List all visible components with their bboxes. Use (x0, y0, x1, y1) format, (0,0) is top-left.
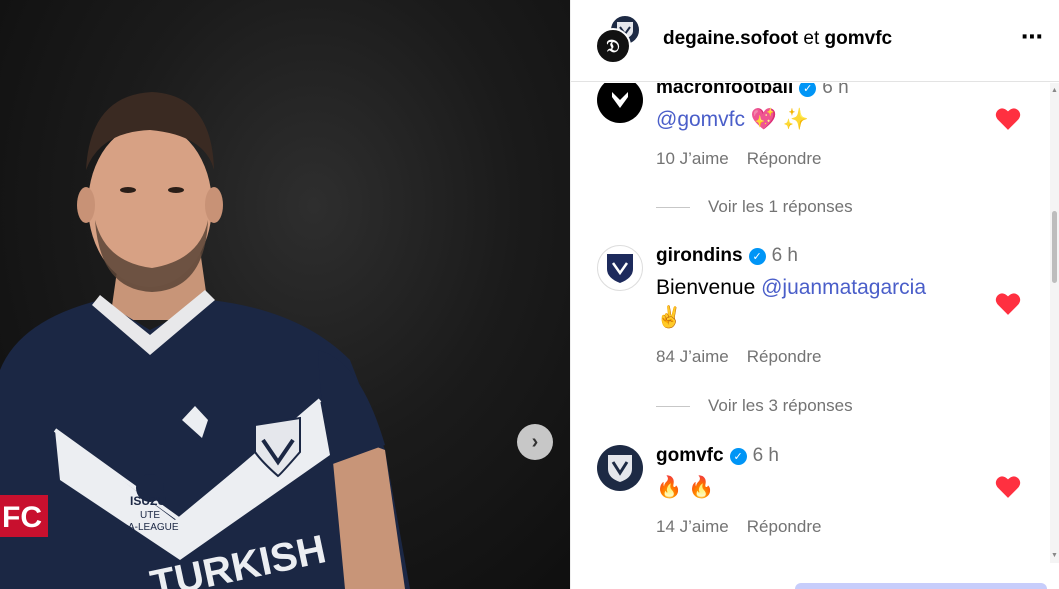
likes-count[interactable]: 84 J’aime (656, 347, 729, 367)
comment-emoji: 🔥 🔥 (656, 476, 715, 499)
jersey-brand-text: ISUZU (130, 494, 166, 508)
comment-text: Bienvenue @juanmatagarcia ✌️ (656, 273, 996, 333)
comment-emoji: 💖 ✨ (750, 108, 809, 131)
mention-link[interactable]: @gomvfc (656, 108, 745, 131)
replies-divider (656, 405, 690, 407)
comment-text: 🔥 🔥 (656, 473, 996, 503)
comment-emoji: ✌️ (656, 306, 683, 329)
scroll-up-icon[interactable]: ▲ (1050, 87, 1059, 94)
d-logo-icon: 𝔇 (606, 35, 620, 57)
more-options-icon[interactable]: ⋯ (1021, 24, 1044, 50)
post-authors: degaine.sofoot et gomvfc (663, 28, 892, 50)
avatar[interactable] (597, 83, 643, 123)
reply-button[interactable]: Répondre (747, 149, 822, 169)
reply-button[interactable]: Répondre (747, 347, 822, 367)
comments-list: macronfootball ✓ 6 h @gomvfc 💖 ✨ 10 J’ai… (571, 83, 1051, 563)
comment-username[interactable]: girondins (656, 245, 743, 267)
post-photo: FC ISUZU UTE A-LEAGUE TURKISH › (0, 0, 570, 589)
view-replies-label: Voir les 3 réponses (708, 396, 853, 415)
heart-icon[interactable] (995, 475, 1021, 499)
comment-time[interactable]: 6 h (772, 245, 798, 267)
scroll-down-icon[interactable]: ▼ (1050, 552, 1059, 559)
post-header: 𝔇 degaine.sofoot et gomvfc ⋯ (571, 0, 1059, 82)
comment-username[interactable]: macronfootball (656, 83, 793, 99)
post-details-panel: 𝔇 degaine.sofoot et gomvfc ⋯ macronfootb… (570, 0, 1059, 589)
comment-time[interactable]: 6 h (753, 445, 779, 467)
coauthor-link[interactable]: gomvfc (825, 28, 893, 49)
avatar[interactable] (597, 445, 643, 491)
scrollbar-thumb[interactable] (1052, 211, 1057, 283)
heart-icon[interactable] (995, 292, 1021, 316)
verified-badge-icon: ✓ (748, 247, 766, 265)
view-replies-label: Voir les 1 réponses (708, 197, 853, 216)
avatar-stack[interactable]: 𝔇 (595, 14, 645, 64)
author-connector: et (803, 28, 820, 49)
jersey-league-text: A-LEAGUE (128, 522, 179, 533)
chevron-right-icon: › (531, 430, 539, 453)
verified-badge-icon: ✓ (729, 447, 747, 465)
author-link[interactable]: degaine.sofoot (663, 28, 798, 49)
replies-divider (656, 206, 690, 208)
likes-count[interactable]: 10 J’aime (656, 149, 729, 169)
comment-time[interactable]: 6 h (822, 83, 848, 99)
verified-badge-icon: ✓ (799, 83, 817, 97)
next-photo-button[interactable]: › (517, 424, 553, 460)
bottom-action-button[interactable] (795, 583, 1047, 589)
comment-prefix: Bienvenue (656, 276, 762, 299)
macron-logo-icon (612, 92, 628, 108)
mention-link[interactable]: @juanmatagarcia (761, 276, 926, 299)
comments-scrollbar[interactable]: ▲ ▼ (1050, 83, 1059, 563)
reply-button[interactable]: Répondre (747, 517, 822, 537)
heart-icon[interactable] (995, 107, 1021, 131)
likes-count[interactable]: 14 J’aime (656, 517, 729, 537)
player-illustration: FC ISUZU UTE A-LEAGUE TURKISH (0, 92, 410, 589)
victory-crest-icon (608, 455, 632, 482)
view-replies-button[interactable]: Voir les 3 réponses (656, 396, 956, 416)
view-replies-button[interactable]: Voir les 1 réponses (656, 197, 956, 217)
comment-text: @gomvfc 💖 ✨ (656, 105, 996, 135)
sofoot-avatar: 𝔇 (595, 28, 631, 64)
svg-text:FC: FC (2, 501, 42, 534)
girondins-crest-icon (607, 254, 633, 283)
comment-username[interactable]: gomvfc (656, 445, 724, 467)
avatar[interactable] (597, 245, 643, 291)
jersey-brand-sub: UTE (140, 510, 160, 521)
